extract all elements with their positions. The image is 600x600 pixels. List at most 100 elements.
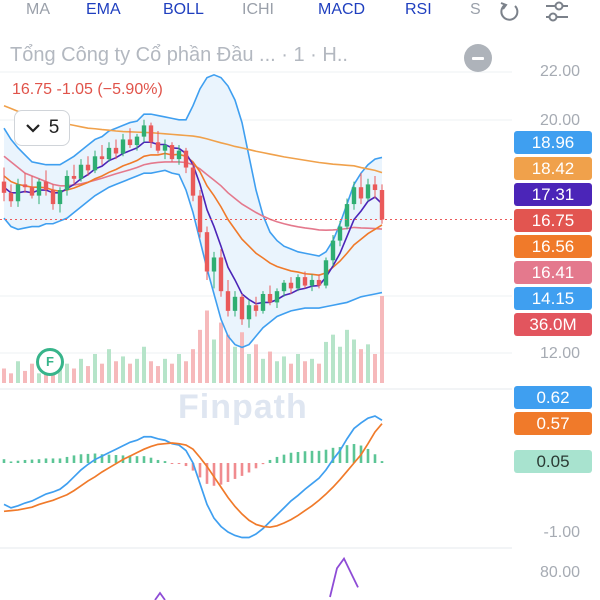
- finpath-logo: F: [36, 348, 64, 376]
- tab-more[interactable]: S: [470, 1, 481, 19]
- volume-bar: [247, 354, 251, 383]
- tab-macd[interactable]: MACD: [318, 1, 365, 19]
- price-badge-ema-pink: 16.41: [514, 261, 592, 284]
- macd-histogram-bar: [9, 461, 13, 463]
- candle-body: [365, 184, 371, 199]
- candle-body: [169, 145, 175, 160]
- collapse-button[interactable]: [464, 44, 492, 72]
- candle-body: [8, 192, 14, 202]
- candle-body: [148, 125, 154, 143]
- macd-histogram-bar: [219, 463, 223, 485]
- macd-histogram-bar: [373, 454, 377, 463]
- macd-histogram-bar: [352, 444, 356, 463]
- signal-line: [3, 423, 383, 529]
- macd-histogram-bar: [366, 448, 370, 463]
- macd-histogram-bar: [226, 463, 230, 482]
- tab-ma[interactable]: MA: [26, 1, 50, 19]
- rsi-line: [154, 591, 166, 600]
- volume-bar: [86, 366, 90, 383]
- macd-histogram-bar: [86, 453, 90, 463]
- volume-bar: [191, 349, 195, 383]
- macd-histogram-bar: [240, 463, 244, 476]
- macd-histogram-bar: [114, 455, 118, 463]
- macd-histogram-bar: [233, 463, 237, 479]
- volume-bar: [170, 363, 174, 383]
- macd-histogram-bar: [51, 458, 55, 463]
- volume-bar: [240, 332, 244, 383]
- macd-histogram-bar: [149, 457, 153, 463]
- macd-histogram-bar: [72, 455, 76, 463]
- volume-bar: [261, 358, 265, 383]
- volume-bar: [331, 334, 335, 383]
- macd-histogram-bar: [58, 458, 62, 463]
- stock-title: Tổng Công ty Cổ phần Đầu ... · 1 · H..: [10, 44, 348, 66]
- price-quote: 16.75 -1.05 (−5.90%): [12, 81, 163, 98]
- volume-bar: [226, 334, 230, 383]
- volume-bar: [310, 358, 314, 383]
- volume-bar: [303, 361, 307, 383]
- candle-body: [155, 142, 161, 151]
- volume-bar: [324, 341, 328, 383]
- macd-histogram-bar: [247, 463, 251, 473]
- candle-body: [379, 190, 385, 220]
- macd-histogram-bar: [198, 463, 202, 478]
- candle-body: [127, 139, 133, 146]
- candle-body: [288, 282, 294, 289]
- macd-histogram-bar: [107, 454, 111, 463]
- candle-body: [323, 260, 329, 286]
- macd-histogram-bar: [303, 451, 307, 463]
- candle-body: [29, 187, 35, 196]
- candle-body: [218, 257, 224, 292]
- price-badge-boll-lower: 14.15: [514, 287, 592, 310]
- candle-body: [267, 293, 273, 303]
- tab-ema[interactable]: EMA: [86, 1, 121, 19]
- candle-body: [99, 156, 105, 160]
- volume-bar: [345, 329, 349, 383]
- candle-body: [106, 147, 112, 160]
- macd-histogram-bar: [23, 459, 27, 463]
- candle-body: [176, 150, 182, 160]
- macd-histogram-bar: [275, 456, 279, 463]
- period-value: 5: [48, 117, 60, 138]
- volume-bar: [23, 370, 27, 383]
- minus-icon: [472, 56, 484, 60]
- macd-histogram-bar: [345, 445, 349, 463]
- candle-body: [302, 277, 308, 286]
- volume-bar: [289, 363, 293, 383]
- macd-histogram-bar: [16, 460, 20, 463]
- candle-body: [330, 240, 336, 261]
- macd-histogram-bar: [282, 454, 286, 463]
- macd-histogram-bar: [170, 463, 174, 464]
- price-badge-ema-fast: 16.56: [514, 235, 592, 258]
- macd-histogram-bar: [261, 463, 265, 465]
- settings-sliders-icon[interactable]: [544, 0, 570, 24]
- price-axis-label: 12.00: [539, 345, 580, 362]
- price-badge-boll-upper: 18.96: [514, 131, 592, 154]
- volume-bar: [79, 358, 83, 383]
- tab-rsi[interactable]: RSI: [405, 1, 432, 19]
- rsi-axis-label: 80.00: [539, 564, 580, 581]
- macd-histogram-bar: [135, 456, 139, 463]
- price-badge-last: 16.75: [514, 209, 592, 232]
- candle-body: [204, 232, 210, 272]
- candle-body: [36, 181, 42, 196]
- macd-histogram-bar: [177, 463, 181, 464]
- price-badge-ema-mid: 17.31: [514, 183, 592, 206]
- macd-histogram-bar: [30, 459, 34, 463]
- reset-icon[interactable]: [496, 0, 522, 24]
- macd-axis-label: -1.00: [543, 524, 580, 541]
- tab-ichi[interactable]: ICHI: [242, 1, 274, 19]
- macd-histogram-bar: [380, 461, 384, 463]
- tab-boll[interactable]: BOLL: [163, 1, 204, 19]
- volume-bar: [100, 363, 104, 383]
- candle-body: [253, 305, 259, 311]
- price-badge-ema-slow: 18.42: [514, 157, 592, 180]
- candle-body: [281, 282, 287, 292]
- candle-body: [1, 181, 7, 193]
- volume-bar: [275, 361, 279, 383]
- volume-bar: [198, 329, 202, 383]
- candle-body: [57, 190, 63, 205]
- candle-body: [71, 175, 77, 179]
- macd-histogram-bar: [142, 456, 146, 463]
- period-selector[interactable]: 5: [14, 110, 70, 146]
